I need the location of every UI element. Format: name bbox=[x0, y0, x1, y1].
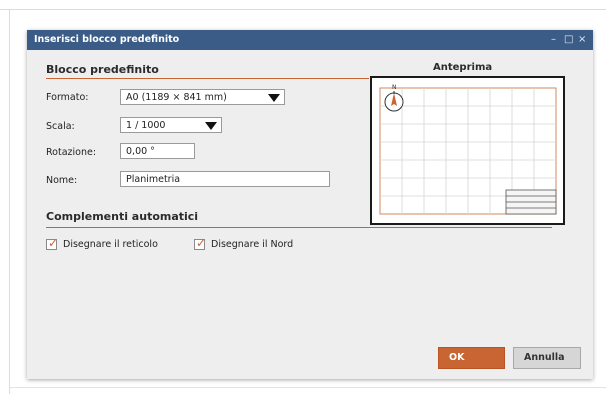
north-checkbox-label[interactable]: Disegnare il Nord bbox=[211, 239, 293, 250]
ok-button[interactable]: OK bbox=[438, 347, 505, 369]
dialog-titlebar[interactable]: Inserisci blocco predefinito – □ × bbox=[27, 30, 593, 50]
name-input-value: Planimetria bbox=[126, 174, 181, 185]
rotation-input[interactable]: 0,00 ° bbox=[120, 143, 195, 159]
name-label: Nome: bbox=[46, 175, 78, 186]
insert-block-dialog: Inserisci blocco predefinito – □ × Blocc… bbox=[27, 30, 593, 379]
block-section-divider bbox=[46, 78, 369, 79]
format-label: Formato: bbox=[46, 92, 89, 103]
desktop-left-line bbox=[9, 9, 10, 394]
grid-checkbox-label[interactable]: Disegnare il reticolo bbox=[63, 239, 158, 250]
preview-panel: N bbox=[370, 76, 565, 225]
scale-label: Scala: bbox=[46, 121, 75, 132]
preview-title: Anteprima bbox=[433, 62, 493, 73]
grid-checkbox[interactable]: ✓ bbox=[46, 236, 59, 250]
scale-select-value: 1 / 1000 bbox=[126, 120, 166, 131]
rotation-label: Rotazione: bbox=[46, 147, 97, 158]
name-input[interactable]: Planimetria bbox=[120, 171, 330, 187]
title-block bbox=[505, 189, 557, 215]
chevron-down-icon bbox=[205, 122, 217, 130]
format-select-value: A0 (1189 × 841 mm) bbox=[126, 92, 227, 103]
maximize-icon[interactable]: □ bbox=[564, 34, 573, 45]
preview-drawing: N bbox=[379, 84, 557, 215]
rotation-input-value: 0,00 ° bbox=[126, 146, 155, 157]
chevron-down-icon bbox=[268, 94, 280, 102]
auto-section-title: Complementi automatici bbox=[46, 210, 199, 223]
cancel-button[interactable]: Annulla bbox=[513, 347, 581, 369]
desktop-bottom-line bbox=[9, 387, 606, 388]
minimize-icon[interactable]: – bbox=[551, 34, 556, 45]
block-section-title: Blocco predefinito bbox=[46, 63, 159, 76]
north-letter: N bbox=[392, 84, 397, 91]
close-icon[interactable]: × bbox=[578, 34, 586, 45]
checkmark-icon: ✓ bbox=[48, 236, 59, 250]
north-checkbox[interactable]: ✓ bbox=[194, 236, 207, 250]
auto-section-divider bbox=[46, 227, 552, 228]
checkmark-icon: ✓ bbox=[196, 236, 207, 250]
format-select[interactable]: A0 (1189 × 841 mm) bbox=[120, 89, 285, 105]
dialog-title: Inserisci blocco predefinito bbox=[34, 34, 180, 45]
scale-select[interactable]: 1 / 1000 bbox=[120, 117, 222, 133]
desktop-top-line bbox=[0, 9, 606, 10]
